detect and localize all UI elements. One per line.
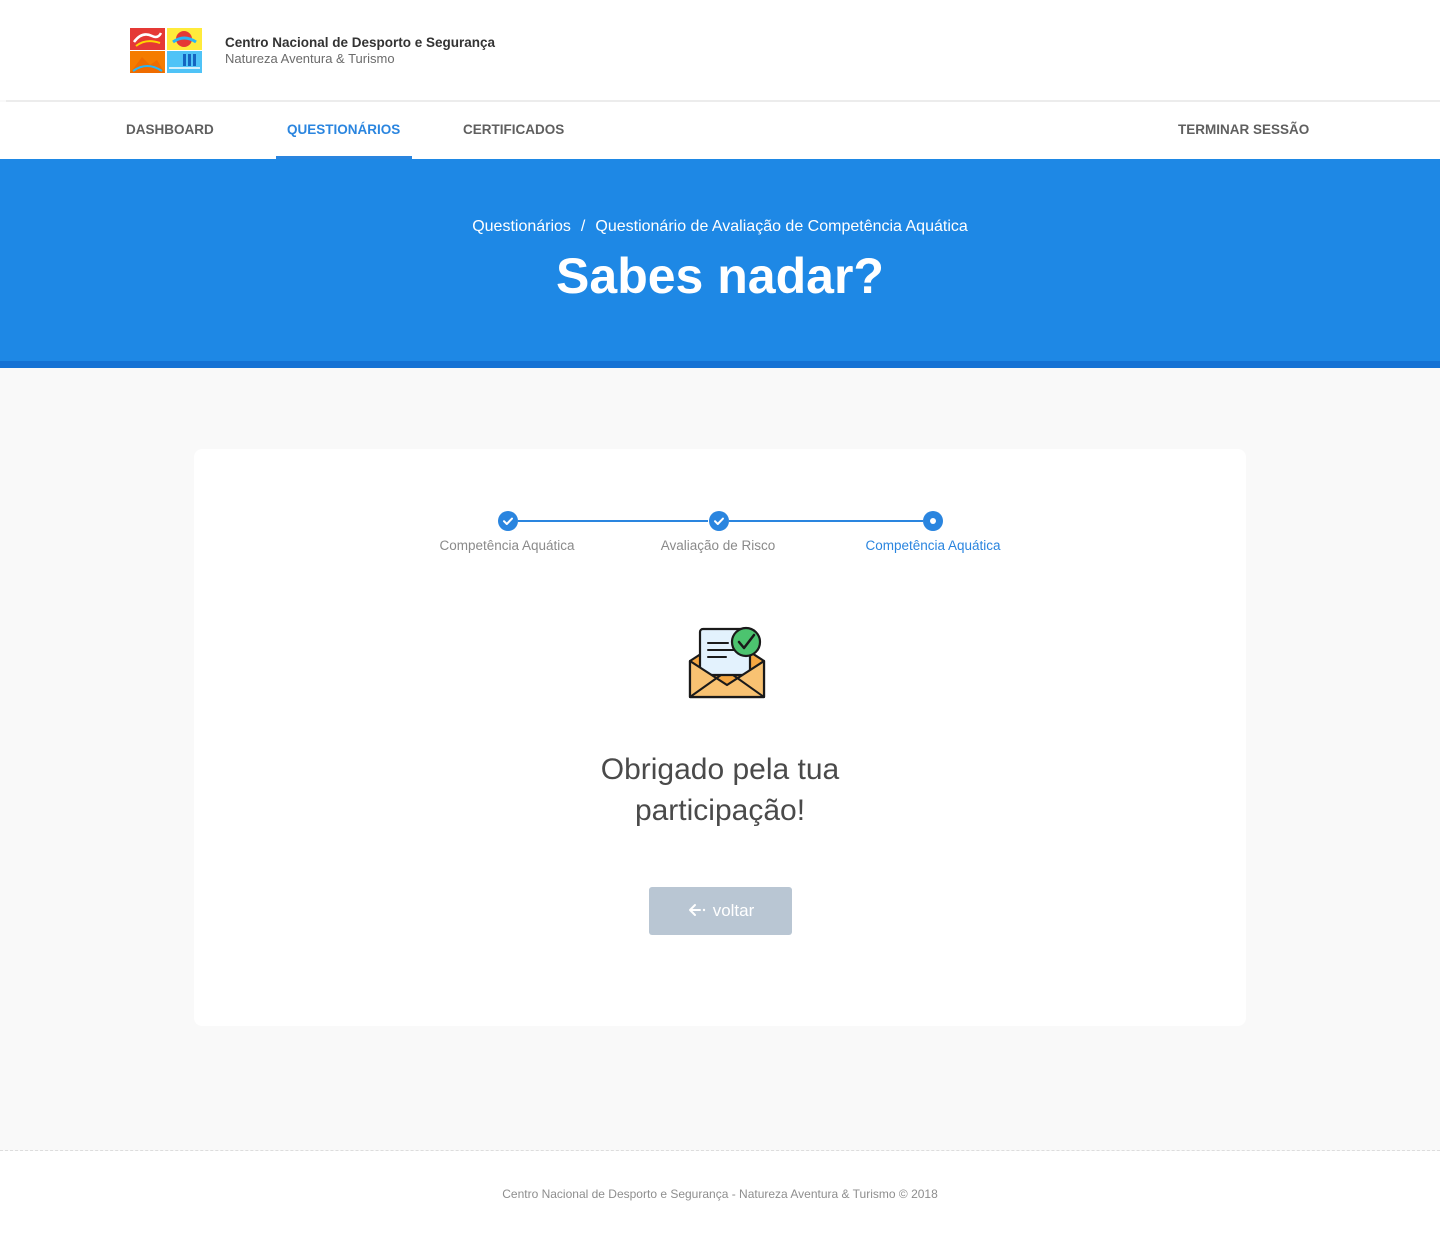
step-label-current: Competência Aquática bbox=[865, 538, 1001, 553]
content-card: Competência Aquática Avaliação de Risco … bbox=[194, 449, 1246, 1026]
arrow-left-icon bbox=[687, 888, 707, 936]
breadcrumb-separator: / bbox=[580, 218, 586, 235]
top-header: Centro Nacional de Desporto e Segurança … bbox=[0, 0, 1440, 100]
breadcrumb-item-current: Questionário de Avaliação de Competência… bbox=[595, 218, 968, 235]
nav-item-dashboard[interactable]: DASHBOARD bbox=[126, 102, 214, 159]
logout-link[interactable]: TERMINAR SESSÃO bbox=[1178, 102, 1309, 159]
thank-you-line: participação! bbox=[634, 794, 806, 827]
stepper-connector bbox=[518, 520, 708, 522]
step-done-icon bbox=[498, 511, 518, 531]
logo-tile bbox=[167, 28, 202, 50]
footer-copyright: Centro Nacional de Desporto e Segurança … bbox=[502, 1187, 938, 1201]
brand-subtitle: Natureza Aventura & Turismo bbox=[225, 51, 395, 66]
main-nav: DASHBOARD QUESTIONÁRIOS CERTIFICADOS TER… bbox=[0, 102, 1440, 159]
banner-bottom-border bbox=[0, 361, 1440, 368]
step-label: Avaliação de Risco bbox=[660, 538, 776, 553]
nav-item-certificados[interactable]: CERTIFICADOS bbox=[463, 102, 564, 159]
back-button[interactable]: voltar bbox=[649, 887, 792, 935]
nav-item-questionarios[interactable]: QUESTIONÁRIOS bbox=[287, 102, 400, 159]
step-label: Competência Aquática bbox=[439, 538, 575, 553]
thank-you-line: Obrigado pela tua bbox=[600, 753, 840, 786]
envelope-check-icon bbox=[688, 625, 766, 701]
logo[interactable] bbox=[130, 28, 202, 73]
back-button-label: voltar bbox=[712, 901, 755, 920]
stepper-connector bbox=[729, 520, 923, 522]
page-title: Sabes nadar? bbox=[556, 248, 884, 304]
logo-tile bbox=[130, 51, 165, 73]
breadcrumb: Questionários / Questionário de Avaliação … bbox=[0, 218, 1440, 236]
brand-title: Centro Nacional de Desporto e Segurança bbox=[225, 35, 496, 50]
logo-tile bbox=[130, 28, 165, 50]
page-banner: Questionários / Questionário de Avaliação … bbox=[0, 159, 1440, 361]
page-footer: Centro Nacional de Desporto e Segurança … bbox=[0, 1151, 1440, 1241]
breadcrumb-item-questionarios[interactable]: Questionários bbox=[472, 218, 571, 235]
step-done-icon bbox=[709, 511, 729, 531]
step-current-icon bbox=[923, 511, 943, 531]
logo-tile bbox=[167, 51, 202, 73]
thank-you-message: Obrigado pela tua participação! bbox=[194, 749, 1246, 831]
